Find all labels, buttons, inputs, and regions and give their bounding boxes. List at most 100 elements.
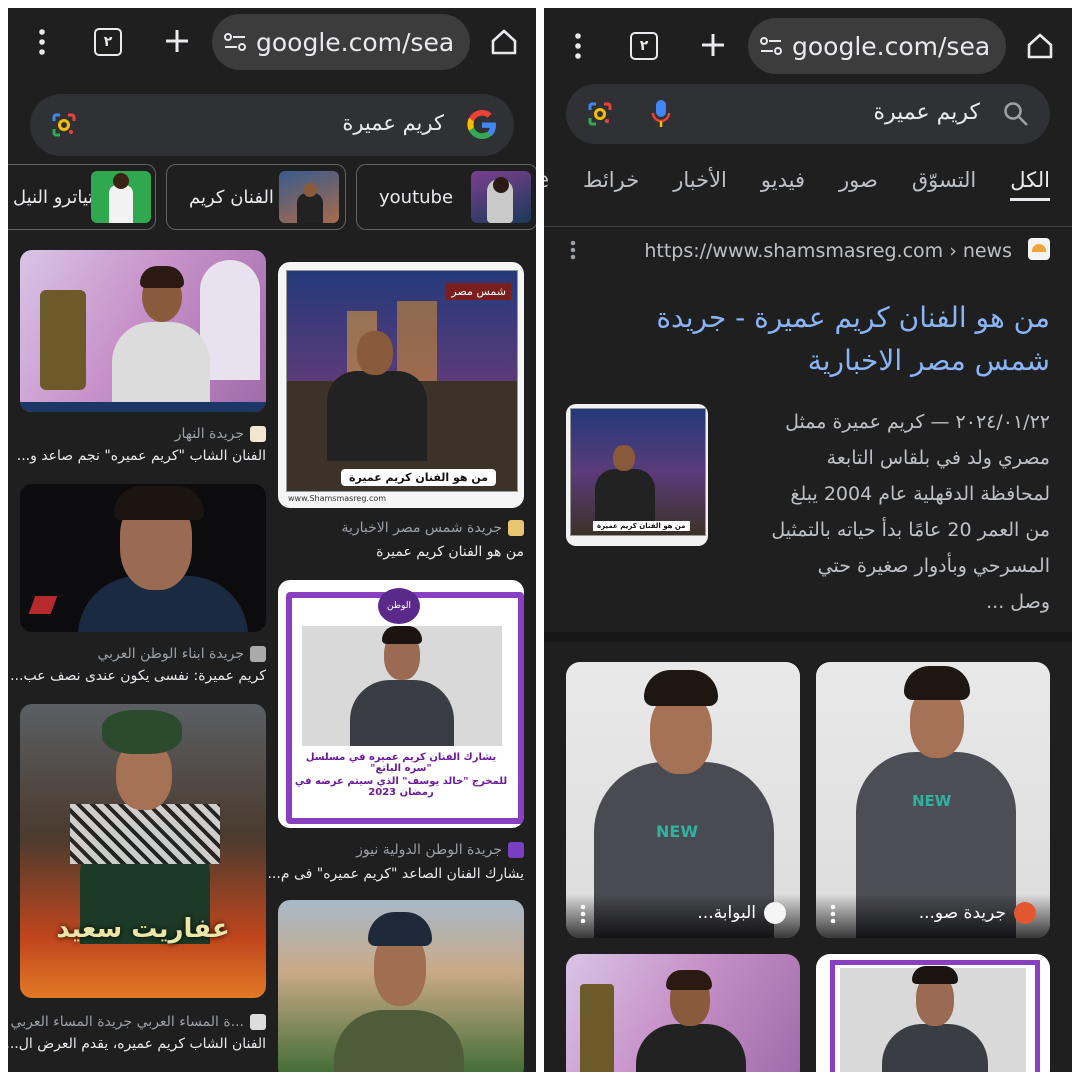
- result-source: جريدة شمس مصر الاخبارية: [341, 520, 524, 536]
- google-g-icon: [464, 107, 500, 143]
- url-text: google.com/sea: [256, 27, 455, 57]
- source-favicon: [508, 520, 524, 536]
- snippet-line: مصري ولد في بلقاس التابعة: [826, 447, 1050, 469]
- chip-theater-nile[interactable]: تياترو النيل: [8, 164, 156, 230]
- google-lens-icon[interactable]: [586, 100, 614, 128]
- result-title[interactable]: الفنان الشاب كريم عميره، يقدم العرض ال..…: [8, 1036, 266, 1052]
- browser-toolbar: ٢ google.com/sea: [8, 8, 536, 82]
- new-tab-icon[interactable]: [698, 30, 728, 60]
- site-settings-icon[interactable]: [760, 37, 782, 55]
- image-result-card[interactable]: جريدة النهار الفنان الشاب "كريم عميره" ن…: [17, 250, 266, 466]
- result-image[interactable]: [20, 250, 266, 412]
- image-result-card[interactable]: جريدة ابناء الوطن العربي كريم عميرة: نفس…: [10, 484, 266, 690]
- result-image[interactable]: عفاريت سعيد: [20, 704, 266, 998]
- result-title[interactable]: من هو الفنان كريم عميرة: [376, 544, 524, 560]
- result-source: جريدة ابناء الوطن العربي: [97, 646, 266, 662]
- result-image[interactable]: [816, 954, 1050, 1072]
- tab-overflow[interactable]: gle: [544, 168, 549, 201]
- source-name: جريدة النهار: [174, 426, 244, 442]
- result-options-icon[interactable]: [568, 238, 578, 262]
- source-favicon: [250, 426, 266, 442]
- source-favicon: [764, 902, 786, 924]
- result-thumbnail[interactable]: من هو الفنان كريم عميرة: [566, 404, 708, 546]
- source-favicon: [250, 646, 266, 662]
- result-title-link[interactable]: من هو الفنان كريم عميرة - جريدة شمس مصر …: [630, 296, 1050, 382]
- site-settings-icon[interactable]: [224, 33, 246, 51]
- tab-shopping[interactable]: التسوّق: [912, 168, 976, 201]
- watan-caption-line2: للمخرج "خالد يوسف" الذي سيتم عرضه في رمض…: [294, 776, 508, 798]
- shams-url: www.Shamsmasreg.com: [288, 494, 387, 503]
- image-options-icon[interactable]: [578, 902, 588, 926]
- shams-caption: من هو الفنان كريم عميرة: [341, 469, 497, 486]
- source-favicon: [250, 1014, 266, 1030]
- site-favicon: [1028, 238, 1050, 260]
- image-result-card[interactable]: الوطن يشارك الفنان كريم عميره في مسلسل "…: [267, 580, 524, 888]
- result-title[interactable]: كريم عميرة: نفسى يكون عندى نصف عب...: [10, 668, 266, 684]
- left-phone-screenshot: ٢ google.com/sea كريم عميرة youtube الفن…: [8, 8, 536, 1072]
- search-query: كريم عميرة: [342, 111, 444, 135]
- result-image[interactable]: [278, 900, 524, 1072]
- image-result-card[interactable]: [816, 954, 1050, 1072]
- snippet-line: من العمر 20 عامًا بدأ حياته بالتمثيل: [771, 519, 1050, 541]
- google-lens-icon[interactable]: [50, 111, 78, 139]
- snippet-line: لمحافظة الدقهلية عام 2004 يبلغ: [790, 483, 1050, 505]
- result-source: ...ة المساء العربي جريدة المساء العربي: [11, 1014, 266, 1030]
- shams-logo: شمس مصر: [446, 283, 511, 300]
- microphone-icon[interactable]: [650, 98, 672, 130]
- search-icon[interactable]: [1002, 100, 1030, 128]
- result-title[interactable]: الفنان الشاب "كريم عميره" نجم صاعد و...: [17, 448, 266, 464]
- menu-dots-icon[interactable]: [30, 28, 54, 56]
- image-result-card[interactable]: NEW البوابة...: [566, 662, 800, 938]
- result-image[interactable]: NEW: [816, 662, 1050, 938]
- image-result-card[interactable]: [566, 954, 800, 1072]
- image-result-card[interactable]: شمس مصر من هو الفنان كريم عميرة www.Sham…: [278, 262, 524, 562]
- tab-switcher-button[interactable]: ٢: [94, 28, 122, 56]
- snippet-line: المسرحي وبأدوار صغيرة حتي: [817, 555, 1050, 577]
- new-tab-icon[interactable]: [162, 26, 192, 56]
- chip-thumbnail: [471, 171, 531, 223]
- result-image[interactable]: NEW: [566, 662, 800, 938]
- address-bar[interactable]: google.com/sea: [748, 18, 1006, 74]
- home-icon[interactable]: [488, 26, 520, 58]
- image-source: جريدة صو...: [919, 902, 1036, 924]
- result-snippet: ٢٠٢٤/٠١/٢٢ — كريم عميرة ممثل مصري ولد في…: [730, 404, 1050, 620]
- source-name: جريدة شمس مصر الاخبارية: [341, 520, 502, 536]
- image-result-card[interactable]: NEW جريدة صو...: [816, 662, 1050, 938]
- result-image[interactable]: [566, 954, 800, 1072]
- search-box[interactable]: كريم عميرة: [566, 84, 1050, 144]
- result-breadcrumb[interactable]: https://www.shamsmasreg.com › news: [644, 240, 1012, 262]
- image-options-icon[interactable]: [828, 902, 838, 926]
- menu-dots-icon[interactable]: [566, 32, 590, 60]
- snippet-line: ٢٠٢٤/٠١/٢٢ — كريم عميرة ممثل: [785, 411, 1050, 433]
- home-icon[interactable]: [1024, 30, 1056, 62]
- tab-maps[interactable]: خرائط: [583, 168, 639, 201]
- right-phone-screenshot: ٢ google.com/sea كريم عميرة الكل التسوّق: [544, 8, 1072, 1072]
- chip-label: youtube: [379, 186, 454, 208]
- result-source: جريدة الوطن الدولية نيوز: [356, 842, 524, 858]
- tab-all[interactable]: الكل: [1010, 168, 1050, 201]
- image-result-card[interactable]: [278, 900, 524, 1072]
- image-result-card[interactable]: عفاريت سعيد ...ة المساء العربي جريدة الم…: [8, 704, 266, 1064]
- tab-count: ٢: [630, 32, 658, 60]
- tab-switcher-button[interactable]: ٢: [630, 32, 658, 60]
- result-title[interactable]: يشارك الفنان الصاعد "كريم عميره" فى م...: [267, 866, 524, 882]
- url-text: google.com/sea: [792, 31, 991, 61]
- image-source: البوابة...: [697, 902, 786, 924]
- watan-logo: الوطن: [378, 588, 420, 624]
- section-divider: [544, 632, 1072, 642]
- address-bar[interactable]: google.com/sea: [212, 14, 470, 70]
- chip-youtube[interactable]: youtube: [356, 164, 536, 230]
- result-image[interactable]: الوطن يشارك الفنان كريم عميره في مسلسل "…: [278, 580, 524, 828]
- tab-videos[interactable]: فيديو: [761, 168, 805, 201]
- result-image[interactable]: شمس مصر من هو الفنان كريم عميرة www.Sham…: [278, 262, 524, 508]
- search-box[interactable]: كريم عميرة: [30, 94, 514, 156]
- tab-images[interactable]: صور: [839, 168, 878, 201]
- result-image[interactable]: [20, 484, 266, 632]
- chip-label: تياترو النيل: [13, 186, 94, 208]
- chip-artist-karim[interactable]: الفنان كريم: [166, 164, 346, 230]
- browser-toolbar: ٢ google.com/sea: [544, 8, 1072, 82]
- tab-news[interactable]: الأخبار: [673, 168, 727, 201]
- watan-caption-line1: يشارك الفنان كريم عميره في مسلسل "سره ال…: [305, 752, 497, 774]
- chip-thumbnail: [279, 171, 339, 223]
- chip-thumbnail: [91, 171, 151, 223]
